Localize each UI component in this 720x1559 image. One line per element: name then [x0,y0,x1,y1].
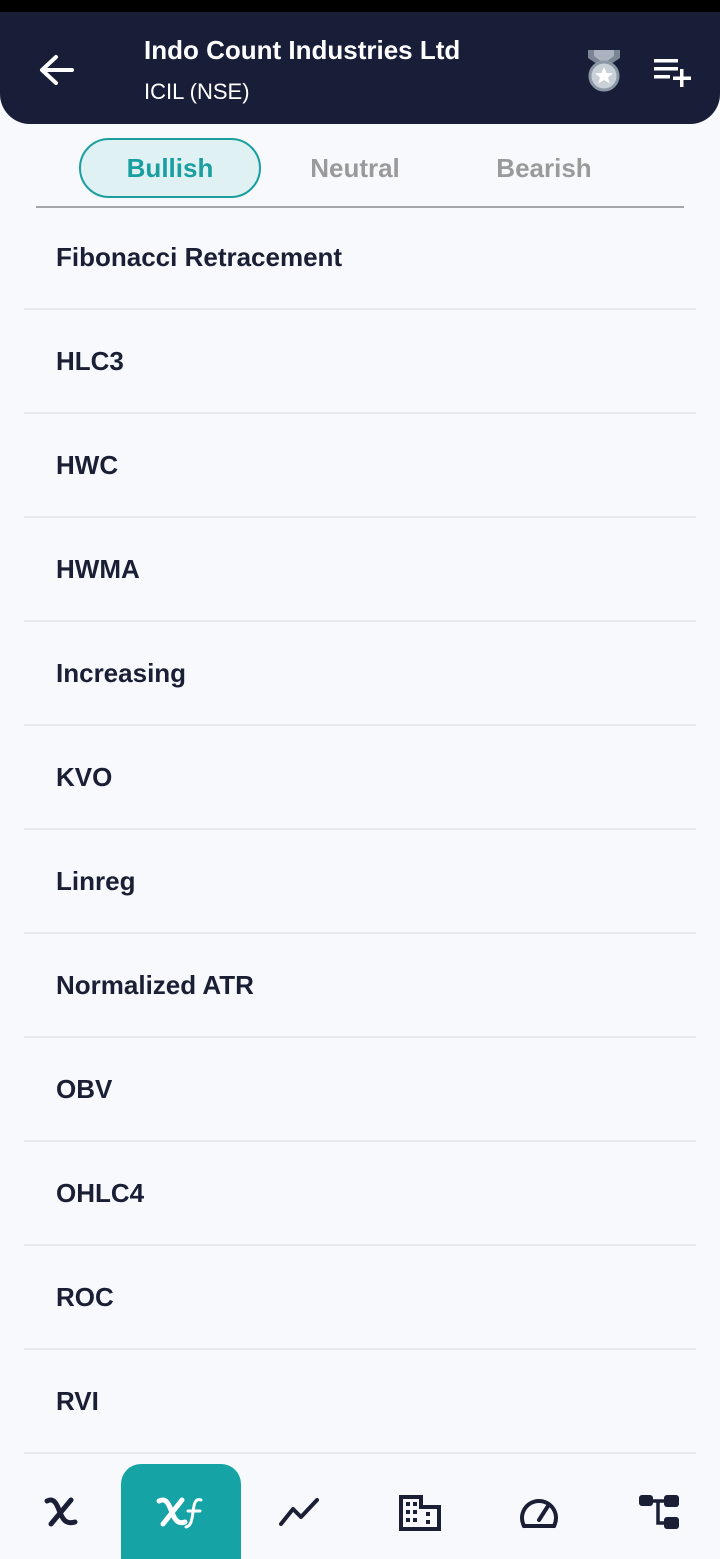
nav-item-chi-f[interactable] [121,1464,241,1559]
list-item[interactable]: Linreg [24,830,696,934]
indicator-name: Normalized ATR [56,969,254,1000]
bottom-nav [0,1455,720,1559]
speedometer-icon [520,1498,558,1528]
add-to-watchlist-button[interactable] [650,52,694,92]
nav-item-company[interactable] [360,1464,480,1559]
arrow-left-icon [40,55,74,85]
list-item[interactable]: HLC3 [24,310,696,414]
indicator-name: HWMA [56,553,140,584]
tab-neutral[interactable]: Neutral [266,138,444,198]
list-item[interactable]: OHLC4 [24,1142,696,1246]
status-bar [0,0,720,12]
list-item[interactable]: Fibonacci Retracement [24,206,696,310]
playlist-add-icon [654,59,691,87]
indicator-name: OBV [56,1073,113,1104]
stock-symbol: ICIL (NSE) [144,79,250,104]
nav-item-meter[interactable] [479,1464,599,1559]
chi-icon [44,1497,78,1526]
indicator-list: Fibonacci Retracement HLC3 HWC HWMA Incr… [24,206,696,1454]
list-item[interactable]: KVO [24,726,696,830]
back-button[interactable] [30,50,82,90]
trend-chart-icon [279,1497,319,1526]
indicator-name: HLC3 [56,345,124,376]
list-item[interactable]: RVI [24,1350,696,1454]
list-item[interactable]: OBV [24,1038,696,1142]
sentiment-tabs: Bullish Neutral Bearish [36,132,684,208]
list-item[interactable]: HWMA [24,518,696,622]
list-item[interactable]: Increasing [24,622,696,726]
list-item[interactable]: HWC [24,414,696,518]
nav-item-trend[interactable] [240,1464,360,1559]
indicator-name: Fibonacci Retracement [56,241,343,272]
list-item[interactable]: Normalized ATR [24,934,696,1038]
indicator-name: Increasing [56,657,187,688]
indicator-name: RVI [56,1385,99,1416]
nav-item-hierarchy[interactable] [599,1464,719,1559]
list-item[interactable]: ROC [24,1246,696,1350]
tab-bearish[interactable]: Bearish [454,138,634,198]
app-header: Indo Count Industries Ltd ICIL (NSE) [0,12,720,124]
tab-bullish[interactable]: Bullish [79,138,261,198]
nav-item-chi[interactable] [1,1464,121,1559]
indicator-name: OHLC4 [56,1177,145,1208]
indicator-name: ROC [56,1281,114,1312]
indicator-name: KVO [56,761,113,792]
medal-star-icon [588,50,620,92]
hierarchy-icon [639,1494,679,1529]
indicator-name: Linreg [56,865,136,896]
indicator-name: HWC [56,449,119,480]
building-icon [399,1494,441,1531]
page-title: Indo Count Industries Ltd [144,35,461,65]
medal-button[interactable] [582,46,626,94]
chi-f-icon [156,1497,203,1528]
